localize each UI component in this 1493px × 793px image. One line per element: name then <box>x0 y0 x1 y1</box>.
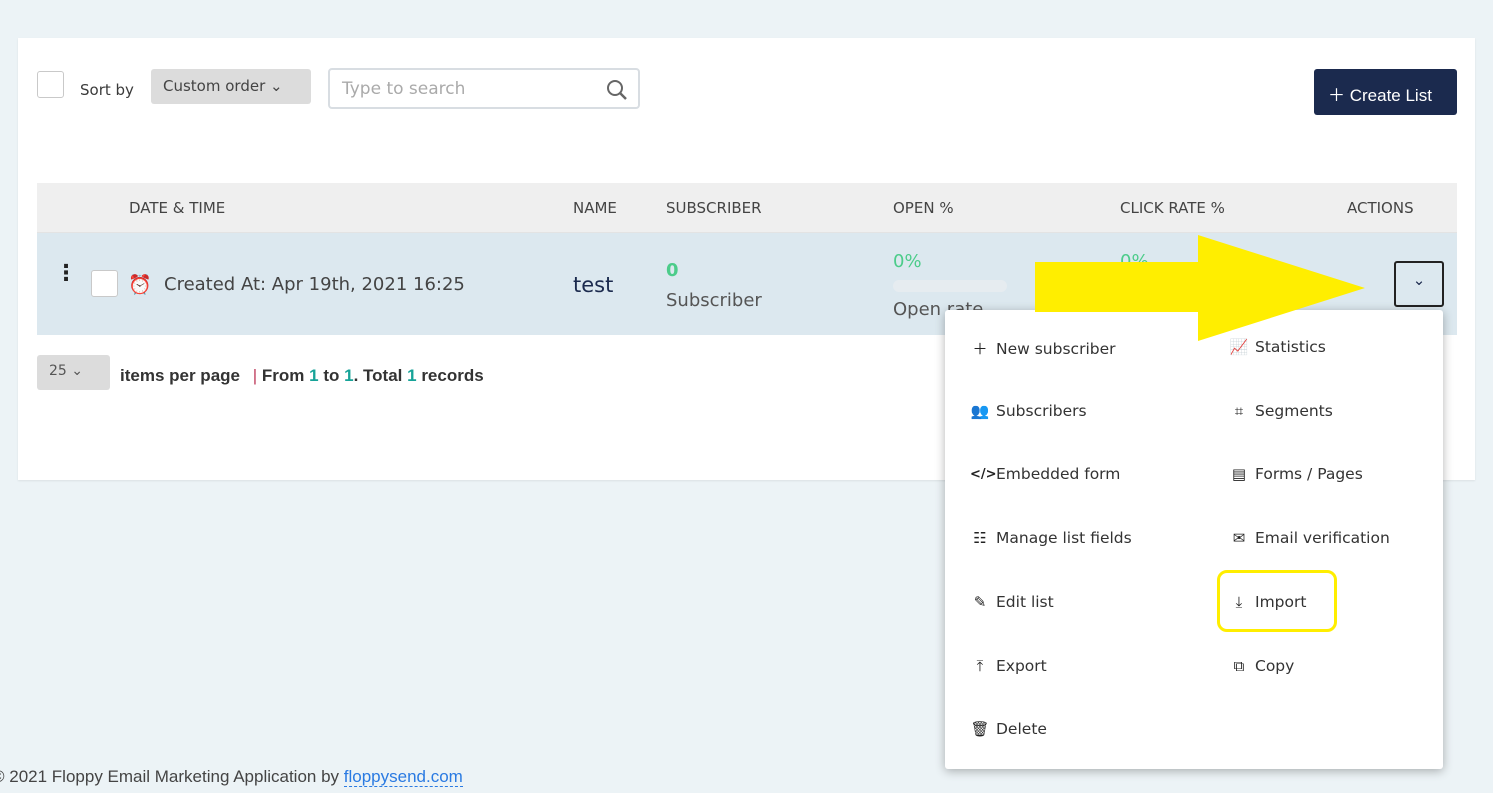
sort-select[interactable]: Custom order ⌄ <box>151 69 311 104</box>
sort-value: Custom order <box>163 77 266 95</box>
menu-label: Segments <box>1255 402 1333 420</box>
menu-item-edit-list[interactable]: ✎ Edit list <box>970 593 1054 611</box>
menu-label: Embedded form <box>996 465 1121 483</box>
chevron-down-icon: ⌄ <box>270 77 283 95</box>
plus-icon: ＋ <box>972 340 988 358</box>
header-subscriber[interactable]: SUBSCRIBER <box>666 199 762 217</box>
chevron-down-icon: ⌄ <box>71 363 84 379</box>
alarm-clock-icon: ⏰ <box>128 274 152 296</box>
create-list-label: Create List <box>1349 86 1432 105</box>
upload-icon: ⤒ <box>976 657 984 675</box>
search-input[interactable]: Type to search <box>328 68 640 109</box>
menu-item-embedded-form[interactable]: </> Embedded form <box>970 465 1120 483</box>
envelope-icon: ✉ <box>1232 529 1246 547</box>
menu-label: Forms / Pages <box>1255 465 1363 483</box>
pagination-info: items per page | From 1 to 1. Total 1 re… <box>120 366 484 386</box>
import-highlight <box>1217 570 1337 632</box>
sort-label: Sort by <box>80 81 134 99</box>
create-list-button[interactable]: ＋ Create List <box>1314 69 1457 115</box>
header-actions: ACTIONS <box>1347 199 1414 217</box>
subscriber-label: Subscriber <box>666 290 762 311</box>
per-page-label: items per page <box>120 366 240 385</box>
header-click-rate[interactable]: CLICK RATE % <box>1120 199 1225 217</box>
per-page-select[interactable]: 25 ⌄ <box>37 355 110 390</box>
total-value: 1 <box>407 366 417 385</box>
menu-item-manage-fields[interactable]: ☷ Manage list fields <box>970 529 1132 547</box>
code-icon: </> <box>970 466 997 482</box>
edit-icon: ✎ <box>973 593 987 611</box>
total-text: . Total <box>353 366 403 385</box>
trash-icon: 🗑 <box>970 720 990 738</box>
list-name[interactable]: test <box>573 273 613 297</box>
footer-link[interactable]: floppysend.com <box>343 767 463 787</box>
users-icon: 👥 <box>970 402 990 420</box>
to-text: to <box>323 366 340 385</box>
menu-label: Manage list fields <box>996 529 1132 547</box>
actions-menu: ＋ New subscriber 📈 Statistics 👥 Subscribers… <box>945 310 1443 769</box>
from-text: From <box>261 366 305 385</box>
separator: | <box>252 366 258 385</box>
header-open[interactable]: OPEN % <box>893 199 954 217</box>
to-value: 1 <box>344 366 354 385</box>
header-name[interactable]: NAME <box>573 199 617 217</box>
menu-label: Edit list <box>996 593 1054 611</box>
form-icon: ▤ <box>1231 465 1247 483</box>
header-date[interactable]: DATE & TIME <box>129 199 225 217</box>
actions-dropdown-button[interactable]: ⌄ <box>1394 261 1444 307</box>
menu-label: Delete <box>996 720 1047 738</box>
menu-item-export[interactable]: ⤒ Export <box>970 657 1047 675</box>
per-page-value: 25 <box>49 363 67 379</box>
menu-item-email-verification[interactable]: ✉ Email verification <box>1229 529 1390 547</box>
segments-icon: ⌗ <box>1234 402 1244 420</box>
search-icon <box>607 80 627 100</box>
footer-text: © 2021 Floppy Email Marketing Applicatio… <box>0 767 344 786</box>
menu-item-subscribers[interactable]: 👥 Subscribers <box>970 402 1087 420</box>
menu-label: Email verification <box>1255 529 1390 547</box>
from-value: 1 <box>309 366 319 385</box>
arrow-annotation-icon <box>1035 235 1365 341</box>
menu-label: Export <box>996 657 1047 675</box>
select-all-checkbox[interactable] <box>37 71 64 98</box>
menu-item-delete[interactable]: 🗑 Delete <box>970 720 1047 738</box>
drag-handle-icon[interactable]: ⋮ <box>55 263 77 285</box>
search-placeholder: Type to search <box>342 79 466 99</box>
table-header: DATE & TIME NAME SUBSCRIBER OPEN % CLICK… <box>37 183 1457 233</box>
records-text: records <box>421 366 484 385</box>
list-icon: ☷ <box>973 529 987 547</box>
subscriber-count: 0 <box>666 260 679 281</box>
menu-item-forms-pages[interactable]: ▤ Forms / Pages <box>1229 465 1363 483</box>
open-rate-progress <box>893 280 1007 292</box>
menu-item-segments[interactable]: ⌗ Segments <box>1229 402 1333 420</box>
copy-icon: ⧉ <box>1233 657 1245 675</box>
created-at: Created At: Apr 19th, 2021 16:25 <box>164 274 465 295</box>
menu-label: Subscribers <box>996 402 1087 420</box>
chevron-down-icon: ⌄ <box>1412 271 1426 289</box>
menu-label: Copy <box>1255 657 1295 675</box>
menu-item-copy[interactable]: ⧉ Copy <box>1229 657 1295 675</box>
footer: © 2021 Floppy Email Marketing Applicatio… <box>0 767 463 787</box>
open-percent: 0% <box>893 251 922 272</box>
row-checkbox[interactable] <box>91 270 118 297</box>
plus-icon: ＋ <box>1328 86 1345 105</box>
